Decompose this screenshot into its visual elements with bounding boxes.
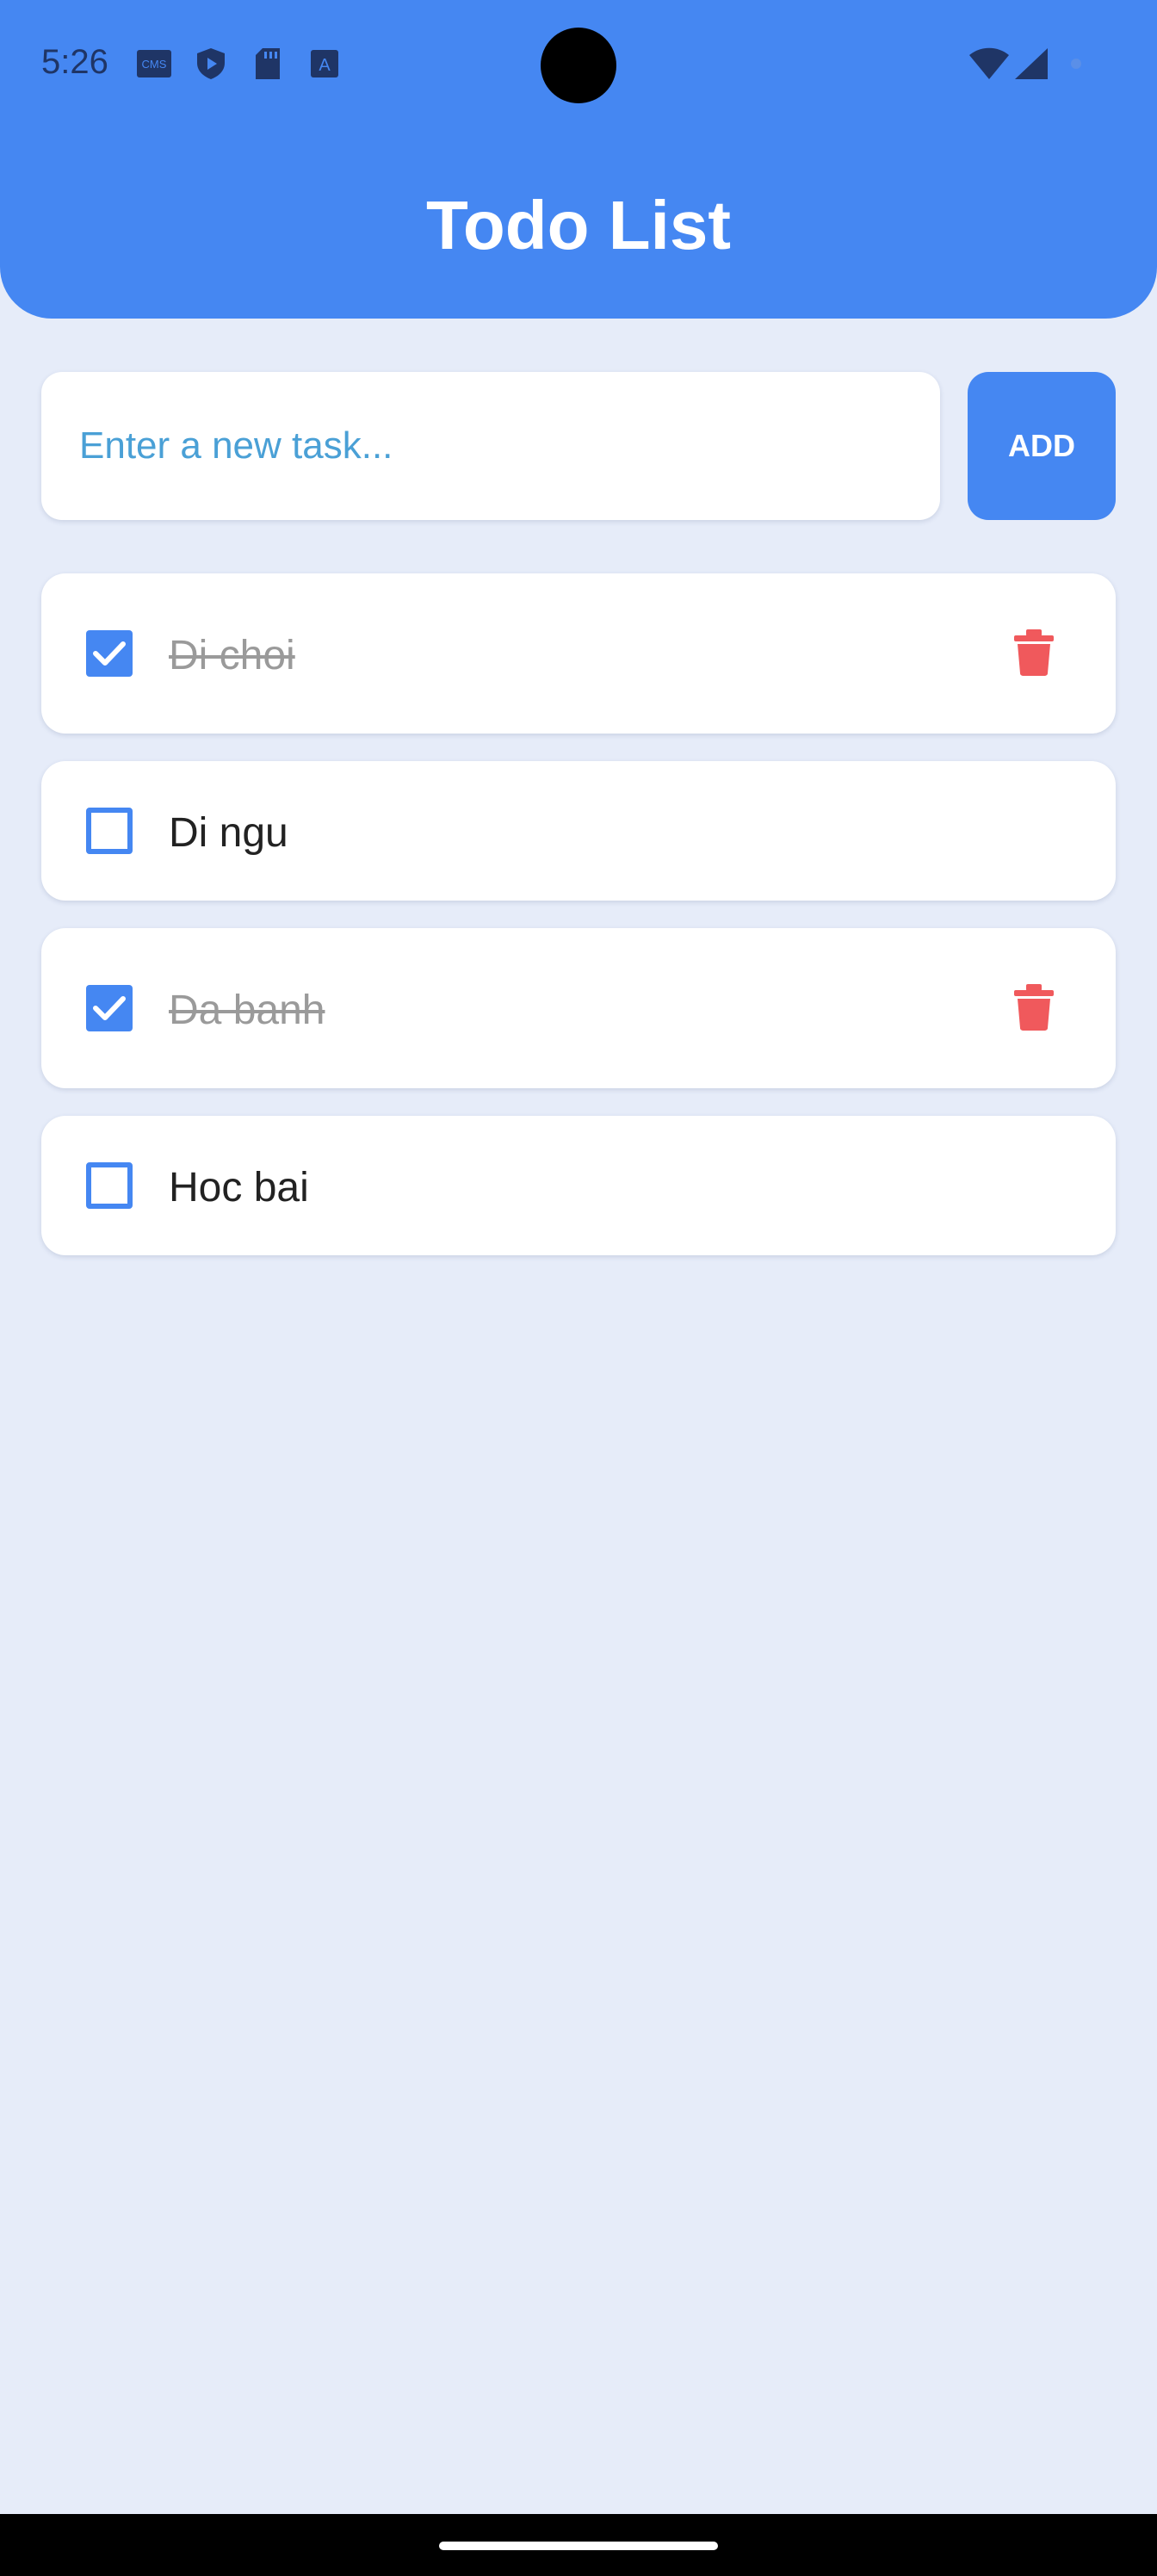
sd-card-icon xyxy=(250,48,286,79)
add-button[interactable]: ADD xyxy=(968,372,1116,520)
todo-text: Di choi xyxy=(169,633,295,678)
todo-checkbox[interactable] xyxy=(86,985,133,1031)
todo-checkbox[interactable] xyxy=(86,808,133,854)
cms-icon: CMS xyxy=(136,48,172,79)
check-icon xyxy=(93,996,126,1020)
a-icon: A xyxy=(306,48,343,79)
new-task-input[interactable] xyxy=(41,372,940,520)
wifi-icon xyxy=(968,47,1011,79)
svg-text:A: A xyxy=(319,56,331,75)
home-handle[interactable] xyxy=(439,2542,718,2550)
todo-checkbox[interactable] xyxy=(86,630,133,677)
battery-icon xyxy=(1067,48,1085,79)
shield-icon xyxy=(193,48,229,79)
todo-text: Da banh xyxy=(169,988,325,1033)
trash-icon[interactable] xyxy=(1012,629,1055,677)
status-time: 5:26 xyxy=(41,43,108,81)
trash-icon[interactable] xyxy=(1012,983,1055,1031)
todo-item: Di choi xyxy=(41,573,1116,734)
todo-item: Di ngu xyxy=(41,761,1116,901)
svg-text:CMS: CMS xyxy=(142,58,167,71)
todo-item: Hoc bai xyxy=(41,1116,1116,1255)
todo-text: Hoc bai xyxy=(169,1165,309,1211)
camera-cutout xyxy=(541,28,616,103)
check-icon xyxy=(93,641,126,666)
todo-checkbox[interactable] xyxy=(86,1162,133,1209)
todo-text: Di ngu xyxy=(169,810,288,856)
signal-icon xyxy=(1012,48,1050,79)
todo-item: Da banh xyxy=(41,928,1116,1088)
page-title: Todo List xyxy=(426,187,731,263)
new-task-input-box[interactable] xyxy=(41,372,940,520)
